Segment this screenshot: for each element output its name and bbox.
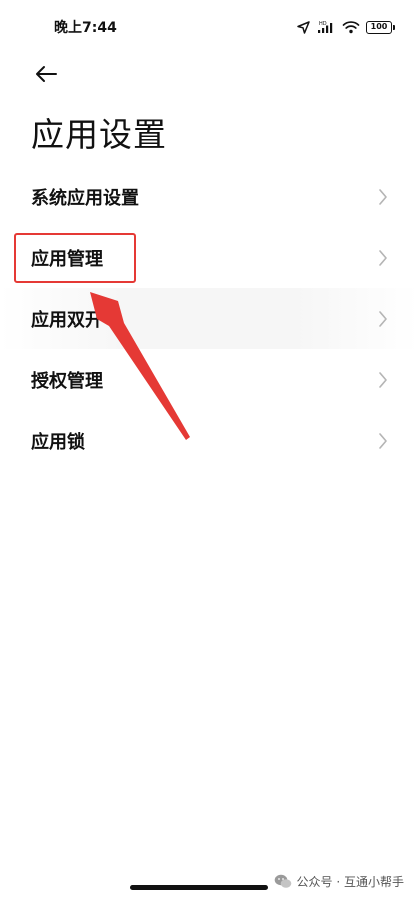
chevron-right-icon — [379, 432, 387, 449]
chevron-right-icon — [379, 310, 387, 327]
chevron-right-icon — [379, 249, 387, 266]
status-bar: 晚上7:44 HD 100 — [0, 0, 418, 50]
menu-item-dual-apps[interactable]: 应用双开 — [0, 288, 418, 349]
chevron-right-icon — [379, 188, 387, 205]
menu-item-app-lock[interactable]: 应用锁 — [0, 410, 418, 471]
watermark: 公众号 · 互通小帮手 — [274, 873, 404, 890]
menu-item-label: 应用锁 — [31, 431, 85, 453]
arrow-left-icon — [36, 66, 57, 82]
settings-menu-list: 系统应用设置 应用管理 应用双开 授权管理 应用锁 — [0, 166, 418, 471]
menu-item-label: 系统应用设置 — [31, 187, 139, 209]
menu-item-label: 授权管理 — [31, 370, 103, 392]
battery-icon: 100 — [366, 20, 395, 34]
page-title: 应用设置 — [31, 115, 167, 154]
location-icon — [297, 20, 310, 34]
menu-item-label: 应用双开 — [31, 309, 103, 331]
menu-item-system-app-settings[interactable]: 系统应用设置 — [0, 166, 418, 227]
back-button[interactable] — [30, 58, 62, 90]
status-icons: HD 100 — [297, 17, 395, 37]
wechat-icon — [274, 874, 291, 888]
watermark-text: 公众号 · 互通小帮手 — [296, 875, 404, 889]
chevron-right-icon — [379, 371, 387, 388]
cellular-signal-icon: HD — [318, 21, 333, 33]
status-time: 晚上7:44 — [54, 20, 117, 36]
menu-item-permissions[interactable]: 授权管理 — [0, 349, 418, 410]
home-indicator[interactable] — [130, 885, 268, 890]
annotation-highlight-box — [14, 233, 136, 283]
svg-text:HD: HD — [319, 21, 327, 27]
wifi-icon — [342, 21, 360, 34]
